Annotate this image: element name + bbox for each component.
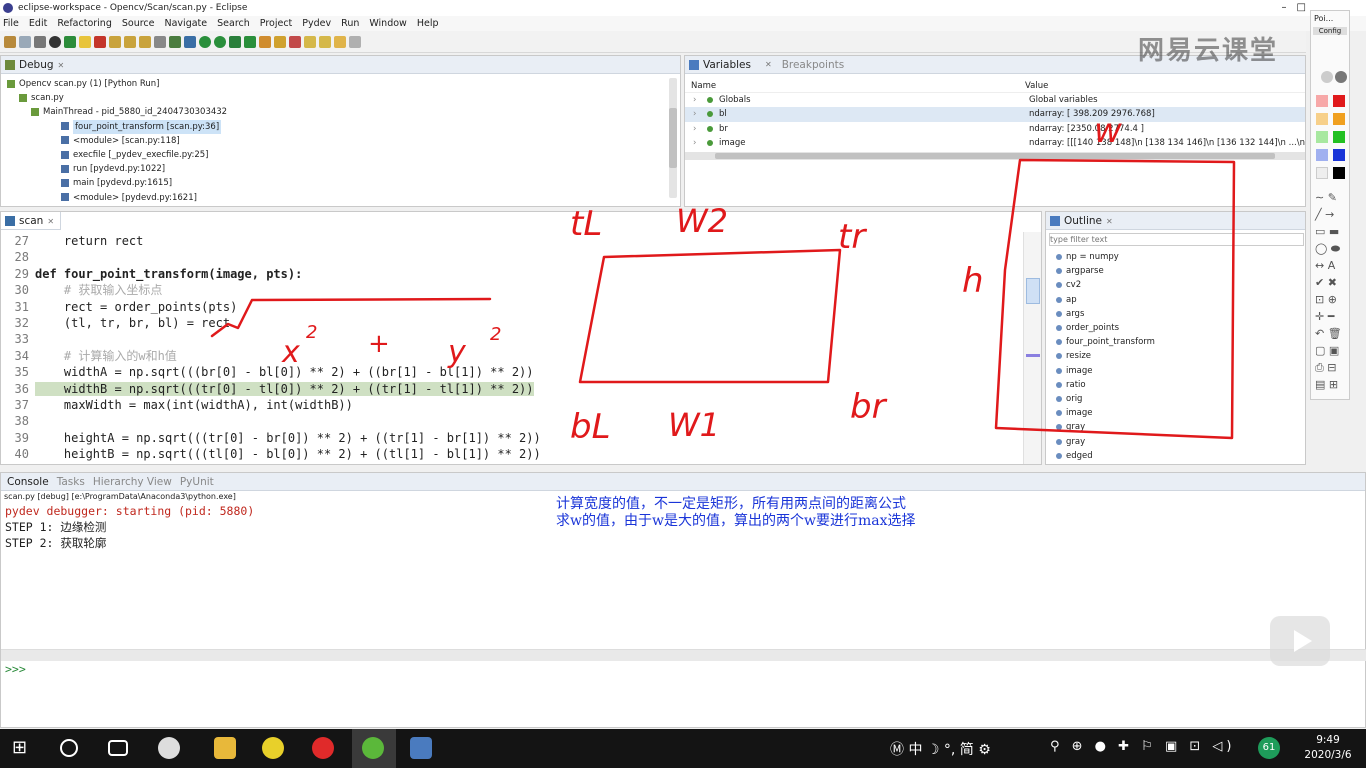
color-white[interactable] <box>1316 167 1328 179</box>
tray-icons[interactable]: ⚲ ⊕ ● ✚ ⚐ ▣ ⊡ ◁) <box>1050 739 1235 754</box>
pen-size-small[interactable] <box>1321 71 1333 83</box>
ellipse-icon[interactable]: ◯ ⬬ <box>1315 240 1349 257</box>
clock-time: 9:49 <box>1316 734 1340 746</box>
music-app-icon[interactable] <box>312 737 334 759</box>
palette-label: Poi... <box>1314 14 1334 23</box>
ink-tl: tL <box>570 204 602 244</box>
ink-plus: + <box>368 329 390 359</box>
text-icon[interactable]: ↔ A <box>1315 257 1349 274</box>
video-play-button[interactable] <box>1270 616 1330 666</box>
windows-start-icon[interactable]: ⊞ <box>12 737 34 759</box>
ink-w: w <box>1094 111 1122 151</box>
python-app-icon[interactable] <box>410 737 432 759</box>
clock[interactable]: 9:49 2020/3/6 <box>1298 733 1358 763</box>
app-pinwheel-icon[interactable] <box>158 737 180 759</box>
ink-sqrt <box>210 297 492 338</box>
ink-bl: bL <box>570 407 611 447</box>
color-black[interactable] <box>1333 167 1345 179</box>
color-light-green[interactable] <box>1316 131 1328 143</box>
color-orange[interactable] <box>1333 113 1345 125</box>
color-green[interactable] <box>1333 131 1345 143</box>
play-icon <box>1294 630 1312 652</box>
ink-x: x <box>281 335 300 370</box>
color-light-blue[interactable] <box>1316 149 1328 161</box>
ink-overlay: tL W2 tr h w bL W1 br x 2 + y 2 <box>210 111 1236 447</box>
ink-tr: tr <box>838 217 867 257</box>
task-view-icon[interactable] <box>108 740 128 756</box>
color-light-red[interactable] <box>1316 95 1328 107</box>
search-icon[interactable] <box>60 739 78 757</box>
taskbar: ⊞ Ⓜ 中 ☽ °, 简 ⚙ ⚲ ⊕ ● ✚ ⚐ ▣ ⊡ ◁) 61 9:49 … <box>0 729 1366 768</box>
file-icon[interactable]: ▢ ▣ <box>1315 342 1349 359</box>
color-light-orange[interactable] <box>1316 113 1328 125</box>
clock-date: 2020/3/6 <box>1304 749 1352 761</box>
rect-icon[interactable]: ▭ ▬ <box>1315 223 1349 240</box>
zoom-icon[interactable]: ⊡ ⊕ <box>1315 291 1349 308</box>
ink-rectangle-2 <box>994 158 1236 440</box>
palette-tools[interactable]: ∼ ✎ ╱ → ▭ ▬ ◯ ⬬ ↔ A ✔ ✖ ⊡ ⊕ ✛ ━ ↶ 🗑 ▢ ▣ … <box>1315 189 1349 393</box>
color-red[interactable] <box>1333 95 1345 107</box>
pen-size-large[interactable] <box>1335 71 1347 83</box>
watermark-logo: 网易云课堂 <box>1138 36 1279 66</box>
undo-delete-icon[interactable]: ↶ 🗑 <box>1315 325 1349 342</box>
ink-w2: W2 <box>676 202 728 240</box>
settings-icon[interactable]: ▤ ⊞ <box>1315 376 1349 393</box>
drawing-palette: Poi... Config ∼ ✎ ╱ → ▭ ▬ ◯ ⬬ ↔ A ✔ ✖ ⊡ … <box>1310 10 1350 400</box>
ink-h: h <box>962 261 984 301</box>
ink-w1: W1 <box>668 406 720 444</box>
notification-badge[interactable]: 61 <box>1258 737 1280 759</box>
print-save-icon[interactable]: ⎙ ⊟ <box>1315 359 1349 376</box>
line-icon[interactable]: ╱ → <box>1315 206 1349 223</box>
browser-icon[interactable] <box>262 737 284 759</box>
ink-y-exp: 2 <box>490 324 501 345</box>
check-icon[interactable]: ✔ ✖ <box>1315 274 1349 291</box>
ime-indicator[interactable]: Ⓜ 中 ☽ °, 简 ⚙ <box>890 739 991 759</box>
ink-y: y <box>447 335 467 370</box>
ink-rectangle-1 <box>578 248 842 384</box>
plus-minus-icon[interactable]: ✛ ━ <box>1315 308 1349 325</box>
color-blue[interactable] <box>1333 149 1345 161</box>
file-explorer-icon[interactable] <box>214 737 236 759</box>
freehand-icon[interactable]: ∼ ✎ <box>1315 189 1349 206</box>
eclipse-taskbar-icon <box>362 737 384 759</box>
ink-x-exp: 2 <box>306 322 317 343</box>
ink-br: br <box>850 387 888 427</box>
palette-config-button[interactable]: Config <box>1313 27 1347 35</box>
